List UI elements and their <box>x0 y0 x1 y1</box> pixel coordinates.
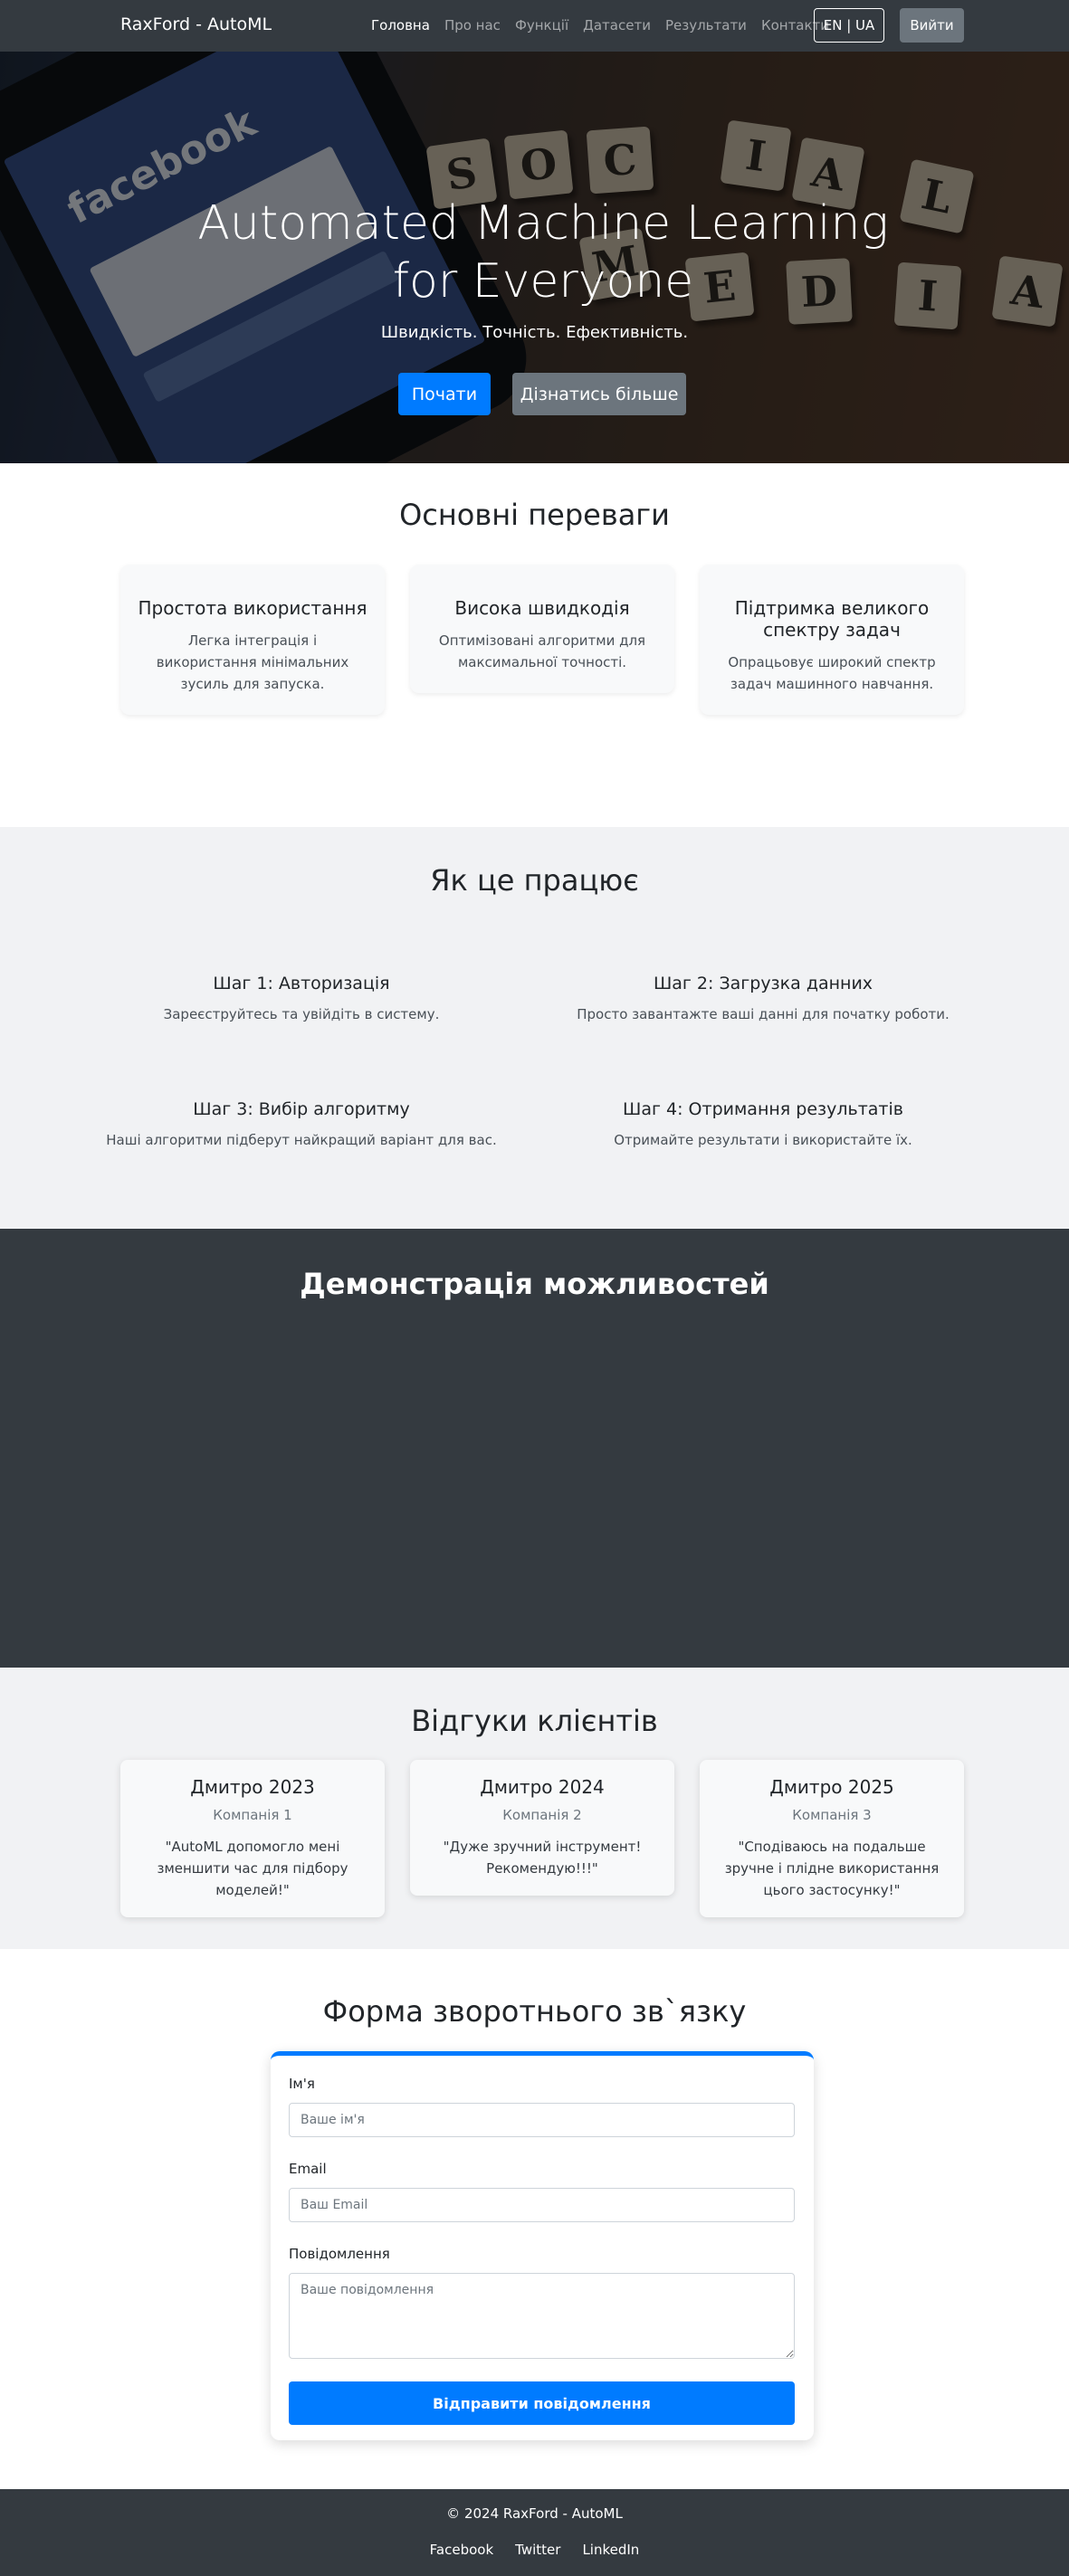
footer-copyright: © 2024 RaxFord - AutoML <box>446 2505 623 2522</box>
testimonial-quote: "Сподіваюсь на подальше зручне і плідне … <box>724 1839 940 1898</box>
nav-link-home[interactable]: Головна <box>371 17 430 33</box>
testimonial-company: Компанія 3 <box>792 1807 872 1823</box>
how-it-works-section: Як це працює Шаг 1: Авторизація Зареєстр… <box>0 827 1069 1229</box>
footer-links: Facebook Twitter LinkedIn <box>0 2542 1069 2558</box>
step-text: Наші алгоритми підберут найкращий варіан… <box>106 1132 497 1148</box>
feature-card: Простота використання Легка інтеграція і… <box>120 565 385 715</box>
step-item: Шаг 1: Авторизація Зареєструйтесь та уві… <box>66 974 537 1022</box>
features-section: Основні переваги Простота використання Л… <box>0 463 1069 827</box>
feature-card-title: Висока швидкодія <box>454 597 630 619</box>
features-title: Основні переваги <box>399 498 670 532</box>
feature-card: Підтримка великого спектру задач Опрацьо… <box>700 565 964 715</box>
navbar-brand[interactable]: RaxFord - AutoML <box>120 14 272 34</box>
testimonial-card: Дмитро 2025 Компанія 3 "Сподіваюсь на по… <box>700 1760 964 1917</box>
hero-section: facebook S O C I A L M E D I A Automated… <box>0 52 1069 463</box>
step-text: Отримайте результати і використайте їх. <box>614 1132 912 1148</box>
start-button[interactable]: Почати <box>398 373 491 415</box>
testimonial-company: Компанія 1 <box>213 1807 292 1823</box>
step-text: Зареєструйтесь та увійдіть в систему. <box>163 1006 440 1022</box>
feature-card-title: Підтримка великого спектру задач <box>734 597 930 641</box>
feature-card-text: Легка інтеграція і використання мінімаль… <box>156 632 349 692</box>
step-text: Просто завантажте ваші данні для початку… <box>577 1006 950 1022</box>
testimonials-section: Відгуки клієнтів Дмитро 2023 Компанія 1 … <box>0 1668 1069 1949</box>
email-input[interactable] <box>289 2188 795 2222</box>
name-input[interactable] <box>289 2103 795 2137</box>
feature-card: Висока швидкодія Оптимізовані алгоритми … <box>410 565 674 693</box>
nav-link-features[interactable]: Функції <box>515 17 568 33</box>
testimonial-name: Дмитро 2025 <box>769 1776 894 1798</box>
contact-title: Форма зворотнього зв`язку <box>322 1994 747 2029</box>
feature-card-text: Оптимізовані алгоритми для максимальної … <box>438 632 646 670</box>
feature-card-text: Опрацьовує широкий спектр задач машинног… <box>728 654 936 692</box>
step-item: Шаг 3: Вибір алгоритму Наші алгоритми пі… <box>66 1099 537 1148</box>
step-item: Шаг 4: Отримання результатів Отримайте р… <box>528 1099 998 1148</box>
logout-button[interactable]: Вийти <box>900 8 964 43</box>
footer-link-twitter[interactable]: Twitter <box>515 2542 560 2558</box>
feature-card-title: Простота використання <box>138 597 367 619</box>
testimonials-title: Відгуки клієнтів <box>411 1704 658 1738</box>
demo-section: Демонстрація можливостей <box>0 1229 1069 1668</box>
nav-link-results[interactable]: Результати <box>665 17 747 33</box>
testimonial-card: Дмитро 2023 Компанія 1 "AutoML допомогло… <box>120 1760 385 1917</box>
step-title: Шаг 1: Авторизація <box>213 974 390 993</box>
language-toggle-button[interactable]: EN | UA <box>814 8 884 43</box>
navbar: RaxFord - AutoML Головна Про нас Функції… <box>0 0 1069 52</box>
footer: © 2024 RaxFord - AutoML Facebook Twitter… <box>0 2489 1069 2576</box>
nav-links: Головна Про нас Функції Датасети Результ… <box>371 17 829 33</box>
nav-link-about[interactable]: Про нас <box>444 17 501 33</box>
step-title: Шаг 2: Загрузка данних <box>653 974 873 993</box>
nav-link-datasets[interactable]: Датасети <box>583 17 651 33</box>
submit-message-button[interactable]: Відправити повідомлення <box>289 2381 795 2425</box>
footer-link-linkedin[interactable]: LinkedIn <box>582 2542 639 2558</box>
message-textarea[interactable] <box>289 2273 795 2359</box>
hero-subtitle: Швидкість. Точність. Ефективність. <box>380 323 689 342</box>
testimonial-card: Дмитро 2024 Компанія 2 "Дуже зручний інс… <box>410 1760 674 1896</box>
testimonial-company: Компанія 2 <box>502 1807 582 1823</box>
testimonial-name: Дмитро 2024 <box>480 1776 605 1798</box>
step-item: Шаг 2: Загрузка данних Просто завантажте… <box>528 974 998 1022</box>
message-label: Повідомлення <box>289 2246 390 2262</box>
name-label: Ім'я <box>289 2076 315 2092</box>
learn-more-button[interactable]: Дізнатись більше <box>512 373 686 415</box>
testimonial-quote: "Дуже зручний інструмент! Рекомендую!!!" <box>443 1839 642 1877</box>
testimonial-name: Дмитро 2023 <box>190 1776 315 1798</box>
demo-title: Демонстрація можливостей <box>300 1267 769 1301</box>
how-it-works-title: Як це працює <box>430 863 639 898</box>
step-title: Шаг 4: Отримання результатів <box>623 1099 903 1119</box>
step-title: Шаг 3: Вибір алгоритму <box>193 1099 410 1119</box>
footer-link-facebook[interactable]: Facebook <box>430 2542 493 2558</box>
testimonial-quote: "AutoML допомогло мені зменшити час для … <box>157 1839 348 1898</box>
email-label: Email <box>289 2161 327 2177</box>
hero-title: Automated Machine Learning for Everyone <box>197 196 889 309</box>
contact-form: Ім'я Email Повідомлення Відправити повід… <box>271 2051 814 2440</box>
contact-section: Форма зворотнього зв`язку Ім'я Email Пов… <box>0 1949 1069 2489</box>
